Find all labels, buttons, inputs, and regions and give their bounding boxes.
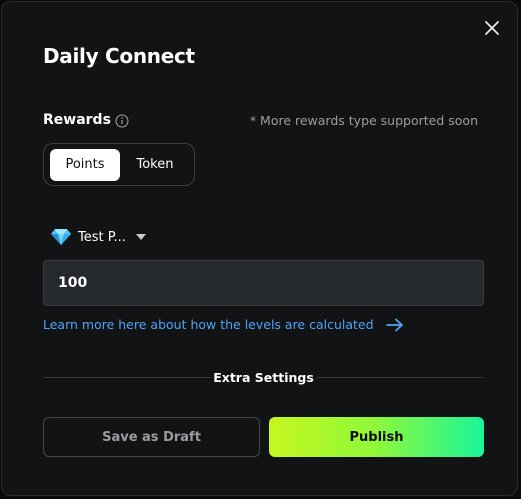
arrow-right-icon (385, 318, 403, 331)
caret-down-icon (135, 234, 146, 240)
tab-token[interactable]: Token (124, 149, 186, 181)
rewards-label: Rewards (43, 112, 111, 128)
rewards-note: * More rewards type supported soon (249, 113, 478, 128)
learn-more-text: Learn more here about how the levels are… (43, 317, 374, 332)
divider-right (316, 377, 484, 378)
publish-button[interactable]: Publish (269, 417, 484, 457)
point-type-label: Test P... (78, 229, 126, 245)
info-icon[interactable] (115, 114, 129, 128)
close-button[interactable] (480, 16, 504, 40)
point-type-dropdown[interactable]: Test P... (51, 226, 147, 248)
reward-type-toggle: Points Token (43, 143, 195, 186)
daily-connect-dialog: Daily Connect Rewards * More rewards typ… (1, 1, 518, 496)
close-icon (485, 21, 499, 35)
save-as-draft-button[interactable]: Save as Draft (43, 417, 260, 457)
points-amount-input[interactable] (43, 260, 484, 306)
extra-settings-toggle[interactable]: Extra Settings (211, 370, 316, 385)
divider-left (43, 377, 211, 378)
gem-icon (51, 229, 71, 245)
learn-more-link[interactable]: Learn more here about how the levels are… (43, 317, 404, 332)
tab-points[interactable]: Points (50, 149, 120, 181)
dialog-title: Daily Connect (43, 44, 195, 68)
